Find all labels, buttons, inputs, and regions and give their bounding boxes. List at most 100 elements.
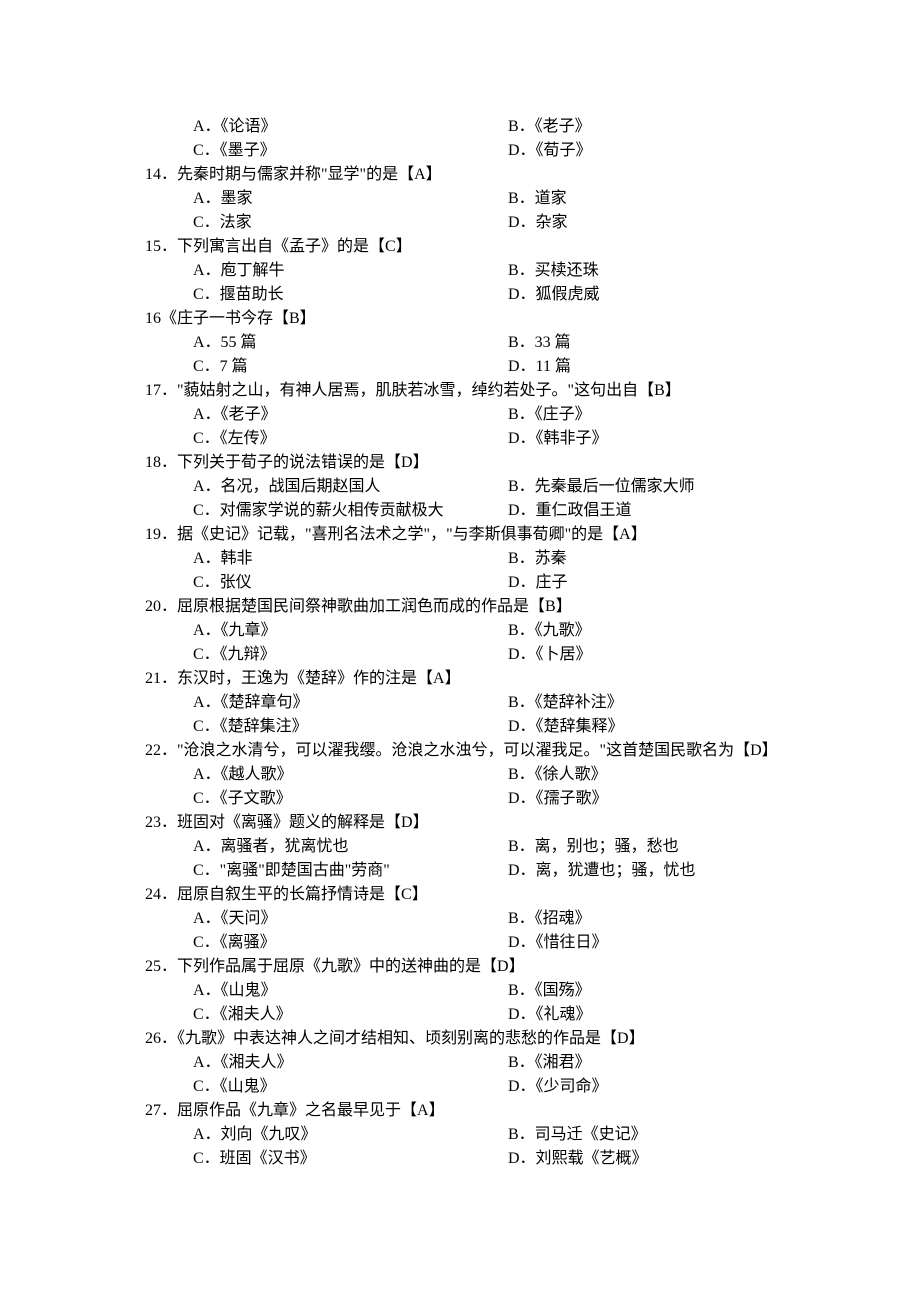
orphan-options: A．《论语》 B．《老子》 C．《墨子》 D．《荀子》 (145, 115, 775, 163)
question-number: 26． (145, 1030, 177, 1047)
option-a: A．《越人歌》 (145, 763, 460, 787)
option-d: D．《孺子歌》 (460, 787, 775, 811)
question-number: 23． (145, 814, 177, 831)
option-row: A．《越人歌》 B．《徐人歌》 C．《子文歌》 D．《孺子歌》 (145, 763, 775, 811)
option-row: A．《老子》 B．《庄子》 C．《左传》 D．《韩非子》 (145, 403, 775, 451)
option-a: A．离骚者，犹离忧也 (145, 835, 460, 859)
option-row: A．55 篇 B．33 篇 C．7 篇 D．11 篇 (145, 331, 775, 379)
option-b: B．司马迁《史记》 (460, 1123, 775, 1147)
option-d: D．狐假虎威 (460, 283, 775, 307)
option-c: C．《墨子》 (145, 139, 460, 163)
question-text: 东汉时，王逸为《楚辞》作的注是【A】 (177, 670, 461, 687)
option-d: D．重仁政倡王道 (460, 499, 775, 523)
question-stem: 23．班固对《离骚》题义的解释是【D】 (145, 811, 775, 835)
option-d: D．刘熙载《艺概》 (460, 1147, 775, 1171)
question-text: 先秦时期与儒家并称"显学"的是【A】 (177, 166, 442, 183)
question-text: "沧浪之水清兮，可以濯我缨。沧浪之水浊兮，可以濯我足。"这首楚国民歌名为【D】 (177, 742, 778, 759)
option-b: B．33 篇 (460, 331, 775, 355)
option-b: B．《楚辞补注》 (460, 691, 775, 715)
question-stem: 25．下列作品属于屈原《九歌》中的送神曲的是【D】 (145, 955, 775, 979)
question-number: 20． (145, 598, 177, 615)
option-c: C．7 篇 (145, 355, 460, 379)
option-b: B．买椟还珠 (460, 259, 775, 283)
question-stem: 19．据《史记》记载，"喜刑名法术之学"，"与李斯俱事荀卿"的是【A】 (145, 523, 775, 547)
question-number: 17． (145, 382, 177, 399)
option-c: C．法家 (145, 211, 460, 235)
option-a: A．《山鬼》 (145, 979, 460, 1003)
option-c: C．《左传》 (145, 427, 460, 451)
option-a: A．《论语》 (145, 115, 460, 139)
question-stem: 22．"沧浪之水清兮，可以濯我缨。沧浪之水浊兮，可以濯我足。"这首楚国民歌名为【… (145, 739, 775, 763)
option-a: A．韩非 (145, 547, 460, 571)
option-a: A．《九章》 (145, 619, 460, 643)
question-15: 15．下列寓言出自《孟子》的是【C】 A．庖丁解牛 B．买椟还珠 C．揠苗助长 … (145, 235, 775, 307)
option-a: A．刘向《九叹》 (145, 1123, 460, 1147)
option-row: A．《楚辞章句》 B．《楚辞补注》 C．《楚辞集注》 D．《楚辞集释》 (145, 691, 775, 739)
question-19: 19．据《史记》记载，"喜刑名法术之学"，"与李斯俱事荀卿"的是【A】 A．韩非… (145, 523, 775, 595)
option-row: A．墨家 B．道家 C．法家 D．杂家 (145, 187, 775, 235)
question-stem: 26．《九歌》中表达神人之间才结相知、顷刻别离的悲愁的作品是【D】 (145, 1027, 775, 1051)
question-18: 18．下列关于荀子的说法错误的是【D】 A．名况，战国后期赵国人 B．先秦最后一… (145, 451, 775, 523)
option-row: A．名况，战国后期赵国人 B．先秦最后一位儒家大师 C．对儒家学说的薪火相传贡献… (145, 475, 775, 523)
option-b: B．《老子》 (460, 115, 775, 139)
question-number: 15． (145, 238, 177, 255)
option-c: C．《湘夫人》 (145, 1003, 460, 1027)
option-a: A．名况，战国后期赵国人 (145, 475, 460, 499)
question-22: 22．"沧浪之水清兮，可以濯我缨。沧浪之水浊兮，可以濯我足。"这首楚国民歌名为【… (145, 739, 775, 811)
option-a: A．《老子》 (145, 403, 460, 427)
option-c: C．《子文歌》 (145, 787, 460, 811)
question-25: 25．下列作品属于屈原《九歌》中的送神曲的是【D】 A．《山鬼》 B．《国殇》 … (145, 955, 775, 1027)
option-d: D．《卜居》 (460, 643, 775, 667)
question-stem: 17．"藐姑射之山，有神人居焉，肌肤若冰雪，绰约若处子。"这句出自【B】 (145, 379, 775, 403)
option-b: B．《徐人歌》 (460, 763, 775, 787)
option-c: C．对儒家学说的薪火相传贡献极大 (145, 499, 460, 523)
option-row: A．韩非 B．苏秦 C．张仪 D．庄子 (145, 547, 775, 595)
question-text: "藐姑射之山，有神人居焉，肌肤若冰雪，绰约若处子。"这句出自【B】 (177, 382, 681, 399)
question-text: 《庄子一书今存【B】 (161, 310, 316, 327)
option-d: D．《礼魂》 (460, 1003, 775, 1027)
question-stem: 14．先秦时期与儒家并称"显学"的是【A】 (145, 163, 775, 187)
option-c: C．"离骚"即楚国古曲"劳商" (145, 859, 460, 883)
option-row: A．刘向《九叹》 B．司马迁《史记》 C．班固《汉书》 D．刘熙载《艺概》 (145, 1123, 775, 1171)
option-d: D．《惜往日》 (460, 931, 775, 955)
option-b: B．《国殇》 (460, 979, 775, 1003)
question-text: 下列关于荀子的说法错误的是【D】 (177, 454, 429, 471)
option-d: D．《荀子》 (460, 139, 775, 163)
question-stem: 24．屈原自叙生平的长篇抒情诗是【C】 (145, 883, 775, 907)
option-d: D．《少司命》 (460, 1075, 775, 1099)
option-b: B．《九歌》 (460, 619, 775, 643)
option-row: A．《湘夫人》 B．《湘君》 C．《山鬼》 D．《少司命》 (145, 1051, 775, 1099)
option-d: D．11 篇 (460, 355, 775, 379)
question-20: 20．屈原根据楚国民间祭神歌曲加工润色而成的作品是【B】 A．《九章》 B．《九… (145, 595, 775, 667)
question-text: 下列作品属于屈原《九歌》中的送神曲的是【D】 (177, 958, 525, 975)
option-b: B．苏秦 (460, 547, 775, 571)
question-stem: 20．屈原根据楚国民间祭神歌曲加工润色而成的作品是【B】 (145, 595, 775, 619)
option-a: A．《天问》 (145, 907, 460, 931)
question-number: 25． (145, 958, 177, 975)
option-d: D．杂家 (460, 211, 775, 235)
option-a: A．55 篇 (145, 331, 460, 355)
option-a: A．墨家 (145, 187, 460, 211)
option-b: B．离，别也；骚，愁也 (460, 835, 775, 859)
question-14: 14．先秦时期与儒家并称"显学"的是【A】 A．墨家 B．道家 C．法家 D．杂… (145, 163, 775, 235)
question-text: 屈原作品《九章》之名最早见于【A】 (177, 1102, 445, 1119)
option-c: C．《山鬼》 (145, 1075, 460, 1099)
question-number: 27． (145, 1102, 177, 1119)
option-a: A．《楚辞章句》 (145, 691, 460, 715)
option-row: A．《论语》 B．《老子》 C．《墨子》 D．《荀子》 (145, 115, 775, 163)
question-23: 23．班固对《离骚》题义的解释是【D】 A．离骚者，犹离忧也 B．离，别也；骚，… (145, 811, 775, 883)
option-b: B．《湘君》 (460, 1051, 775, 1075)
option-row: A．《九章》 B．《九歌》 C．《九辩》 D．《卜居》 (145, 619, 775, 667)
option-row: A．《天问》 B．《招魂》 C．《离骚》 D．《惜往日》 (145, 907, 775, 955)
question-number: 22． (145, 742, 177, 759)
question-stem: 15．下列寓言出自《孟子》的是【C】 (145, 235, 775, 259)
question-text: 班固对《离骚》题义的解释是【D】 (177, 814, 429, 831)
question-stem: 27．屈原作品《九章》之名最早见于【A】 (145, 1099, 775, 1123)
option-c: C．《离骚》 (145, 931, 460, 955)
option-b: B．道家 (460, 187, 775, 211)
option-d: D．离，犹遭也；骚，忧也 (460, 859, 775, 883)
question-26: 26．《九歌》中表达神人之间才结相知、顷刻别离的悲愁的作品是【D】 A．《湘夫人… (145, 1027, 775, 1099)
option-d: D．《韩非子》 (460, 427, 775, 451)
option-c: C．《楚辞集注》 (145, 715, 460, 739)
option-row: A．庖丁解牛 B．买椟还珠 C．揠苗助长 D．狐假虎威 (145, 259, 775, 307)
